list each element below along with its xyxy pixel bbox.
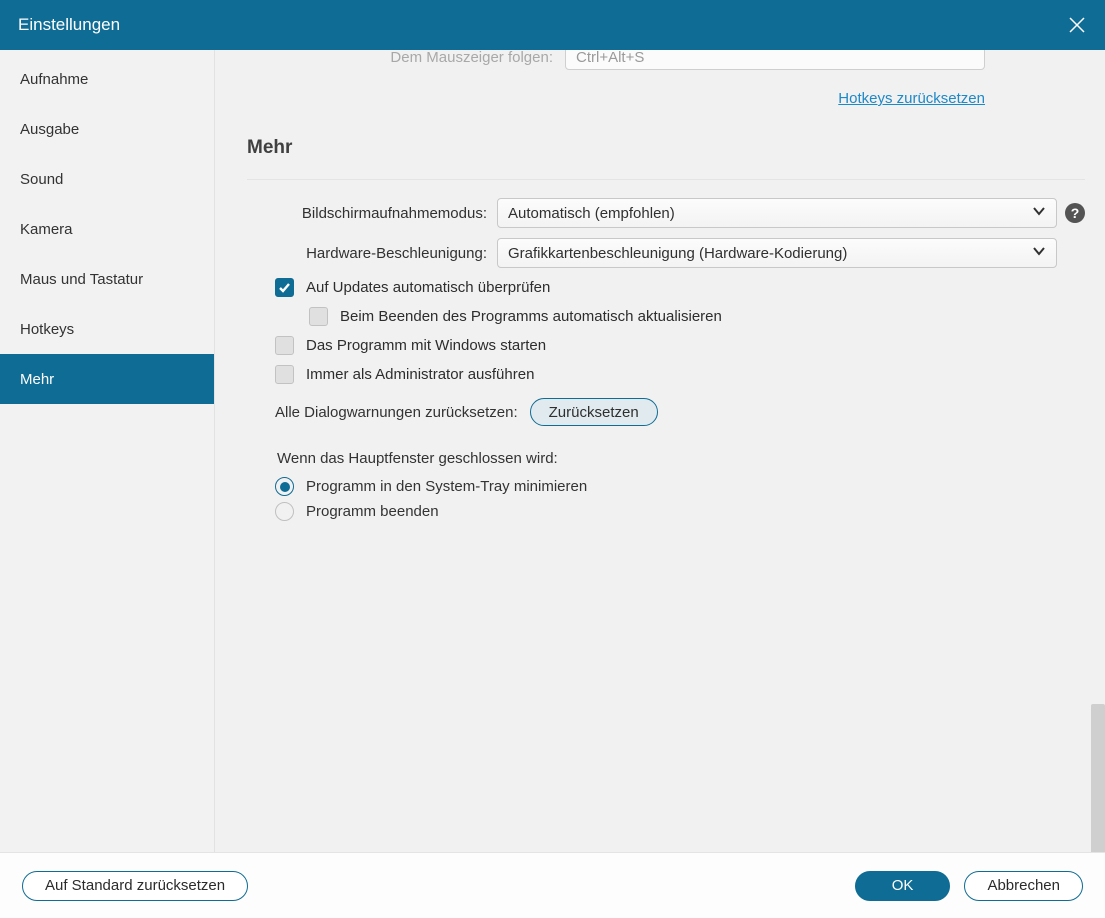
close-exit-label: Programm beenden <box>306 503 439 520</box>
close-button[interactable] <box>1049 0 1105 50</box>
update-on-exit-label: Beim Beenden des Programms automatisch a… <box>340 308 722 325</box>
capture-mode-value: Automatisch (empfohlen) <box>508 205 675 222</box>
update-on-exit-checkbox[interactable] <box>309 307 328 326</box>
sidebar-item-hotkeys[interactable]: Hotkeys <box>0 304 214 354</box>
reset-defaults-button[interactable]: Auf Standard zurücksetzen <box>22 871 248 901</box>
sidebar-item-label: Hotkeys <box>20 321 74 338</box>
check-icon <box>278 281 291 294</box>
sidebar-item-label: Sound <box>20 171 63 188</box>
section-title: Mehr <box>247 137 1085 159</box>
close-icon <box>1068 16 1086 34</box>
content-pane: Dem Mauszeiger folgen: Ctrl+Alt+S Hotkey… <box>215 50 1105 852</box>
footer: Auf Standard zurücksetzen OK Abbrechen <box>0 852 1105 918</box>
auto-update-label: Auf Updates automatisch überprüfen <box>306 279 550 296</box>
follow-mouse-hotkey-input[interactable]: Ctrl+Alt+S <box>565 50 985 70</box>
ok-button[interactable]: OK <box>855 871 951 901</box>
close-exit-radio[interactable] <box>275 502 294 521</box>
hw-accel-value: Grafikkartenbeschleunigung (Hardware-Kod… <box>508 245 847 262</box>
sidebar-item-label: Mehr <box>20 371 54 388</box>
start-with-windows-label: Das Programm mit Windows starten <box>306 337 546 354</box>
run-as-admin-label: Immer als Administrator ausführen <box>306 366 534 383</box>
sidebar-item-sound[interactable]: Sound <box>0 154 214 204</box>
window-title: Einstellungen <box>18 15 120 35</box>
start-with-windows-checkbox[interactable] <box>275 336 294 355</box>
run-as-admin-checkbox[interactable] <box>275 365 294 384</box>
sidebar-item-kamera[interactable]: Kamera <box>0 204 214 254</box>
reset-hotkeys-link[interactable]: Hotkeys zurücksetzen <box>838 90 985 107</box>
chevron-down-icon <box>1032 244 1046 262</box>
capture-mode-label: Bildschirmaufnahmemodus: <box>247 205 487 222</box>
capture-mode-select[interactable]: Automatisch (empfohlen) <box>497 198 1057 228</box>
reset-dialogs-button[interactable]: Zurücksetzen <box>530 398 658 426</box>
follow-mouse-label: Dem Mauszeiger folgen: <box>390 50 553 66</box>
sidebar-item-maus-tastatur[interactable]: Maus und Tastatur <box>0 254 214 304</box>
cancel-button[interactable]: Abbrechen <box>964 871 1083 901</box>
chevron-down-icon <box>1032 204 1046 222</box>
close-action-title: Wenn das Hauptfenster geschlossen wird: <box>277 450 1085 467</box>
sidebar-item-label: Maus und Tastatur <box>20 271 143 288</box>
sidebar-item-mehr[interactable]: Mehr <box>0 354 214 404</box>
titlebar: Einstellungen <box>0 0 1105 50</box>
scrollbar-thumb[interactable] <box>1091 704 1105 852</box>
close-minimize-label: Programm in den System-Tray minimieren <box>306 478 587 495</box>
hw-accel-label: Hardware-Beschleunigung: <box>247 245 487 262</box>
hotkey-value: Ctrl+Alt+S <box>576 50 644 66</box>
hw-accel-select[interactable]: Grafikkartenbeschleunigung (Hardware-Kod… <box>497 238 1057 268</box>
close-minimize-radio[interactable] <box>275 477 294 496</box>
divider <box>247 179 1085 180</box>
reset-dialogs-label: Alle Dialogwarnungen zurücksetzen: <box>275 404 518 421</box>
sidebar: Aufnahme Ausgabe Sound Kamera Maus und T… <box>0 50 215 852</box>
help-icon[interactable]: ? <box>1065 203 1085 223</box>
auto-update-checkbox[interactable] <box>275 278 294 297</box>
sidebar-item-label: Kamera <box>20 221 73 238</box>
sidebar-item-label: Aufnahme <box>20 71 88 88</box>
sidebar-item-label: Ausgabe <box>20 121 79 138</box>
sidebar-item-aufnahme[interactable]: Aufnahme <box>0 54 214 104</box>
sidebar-item-ausgabe[interactable]: Ausgabe <box>0 104 214 154</box>
